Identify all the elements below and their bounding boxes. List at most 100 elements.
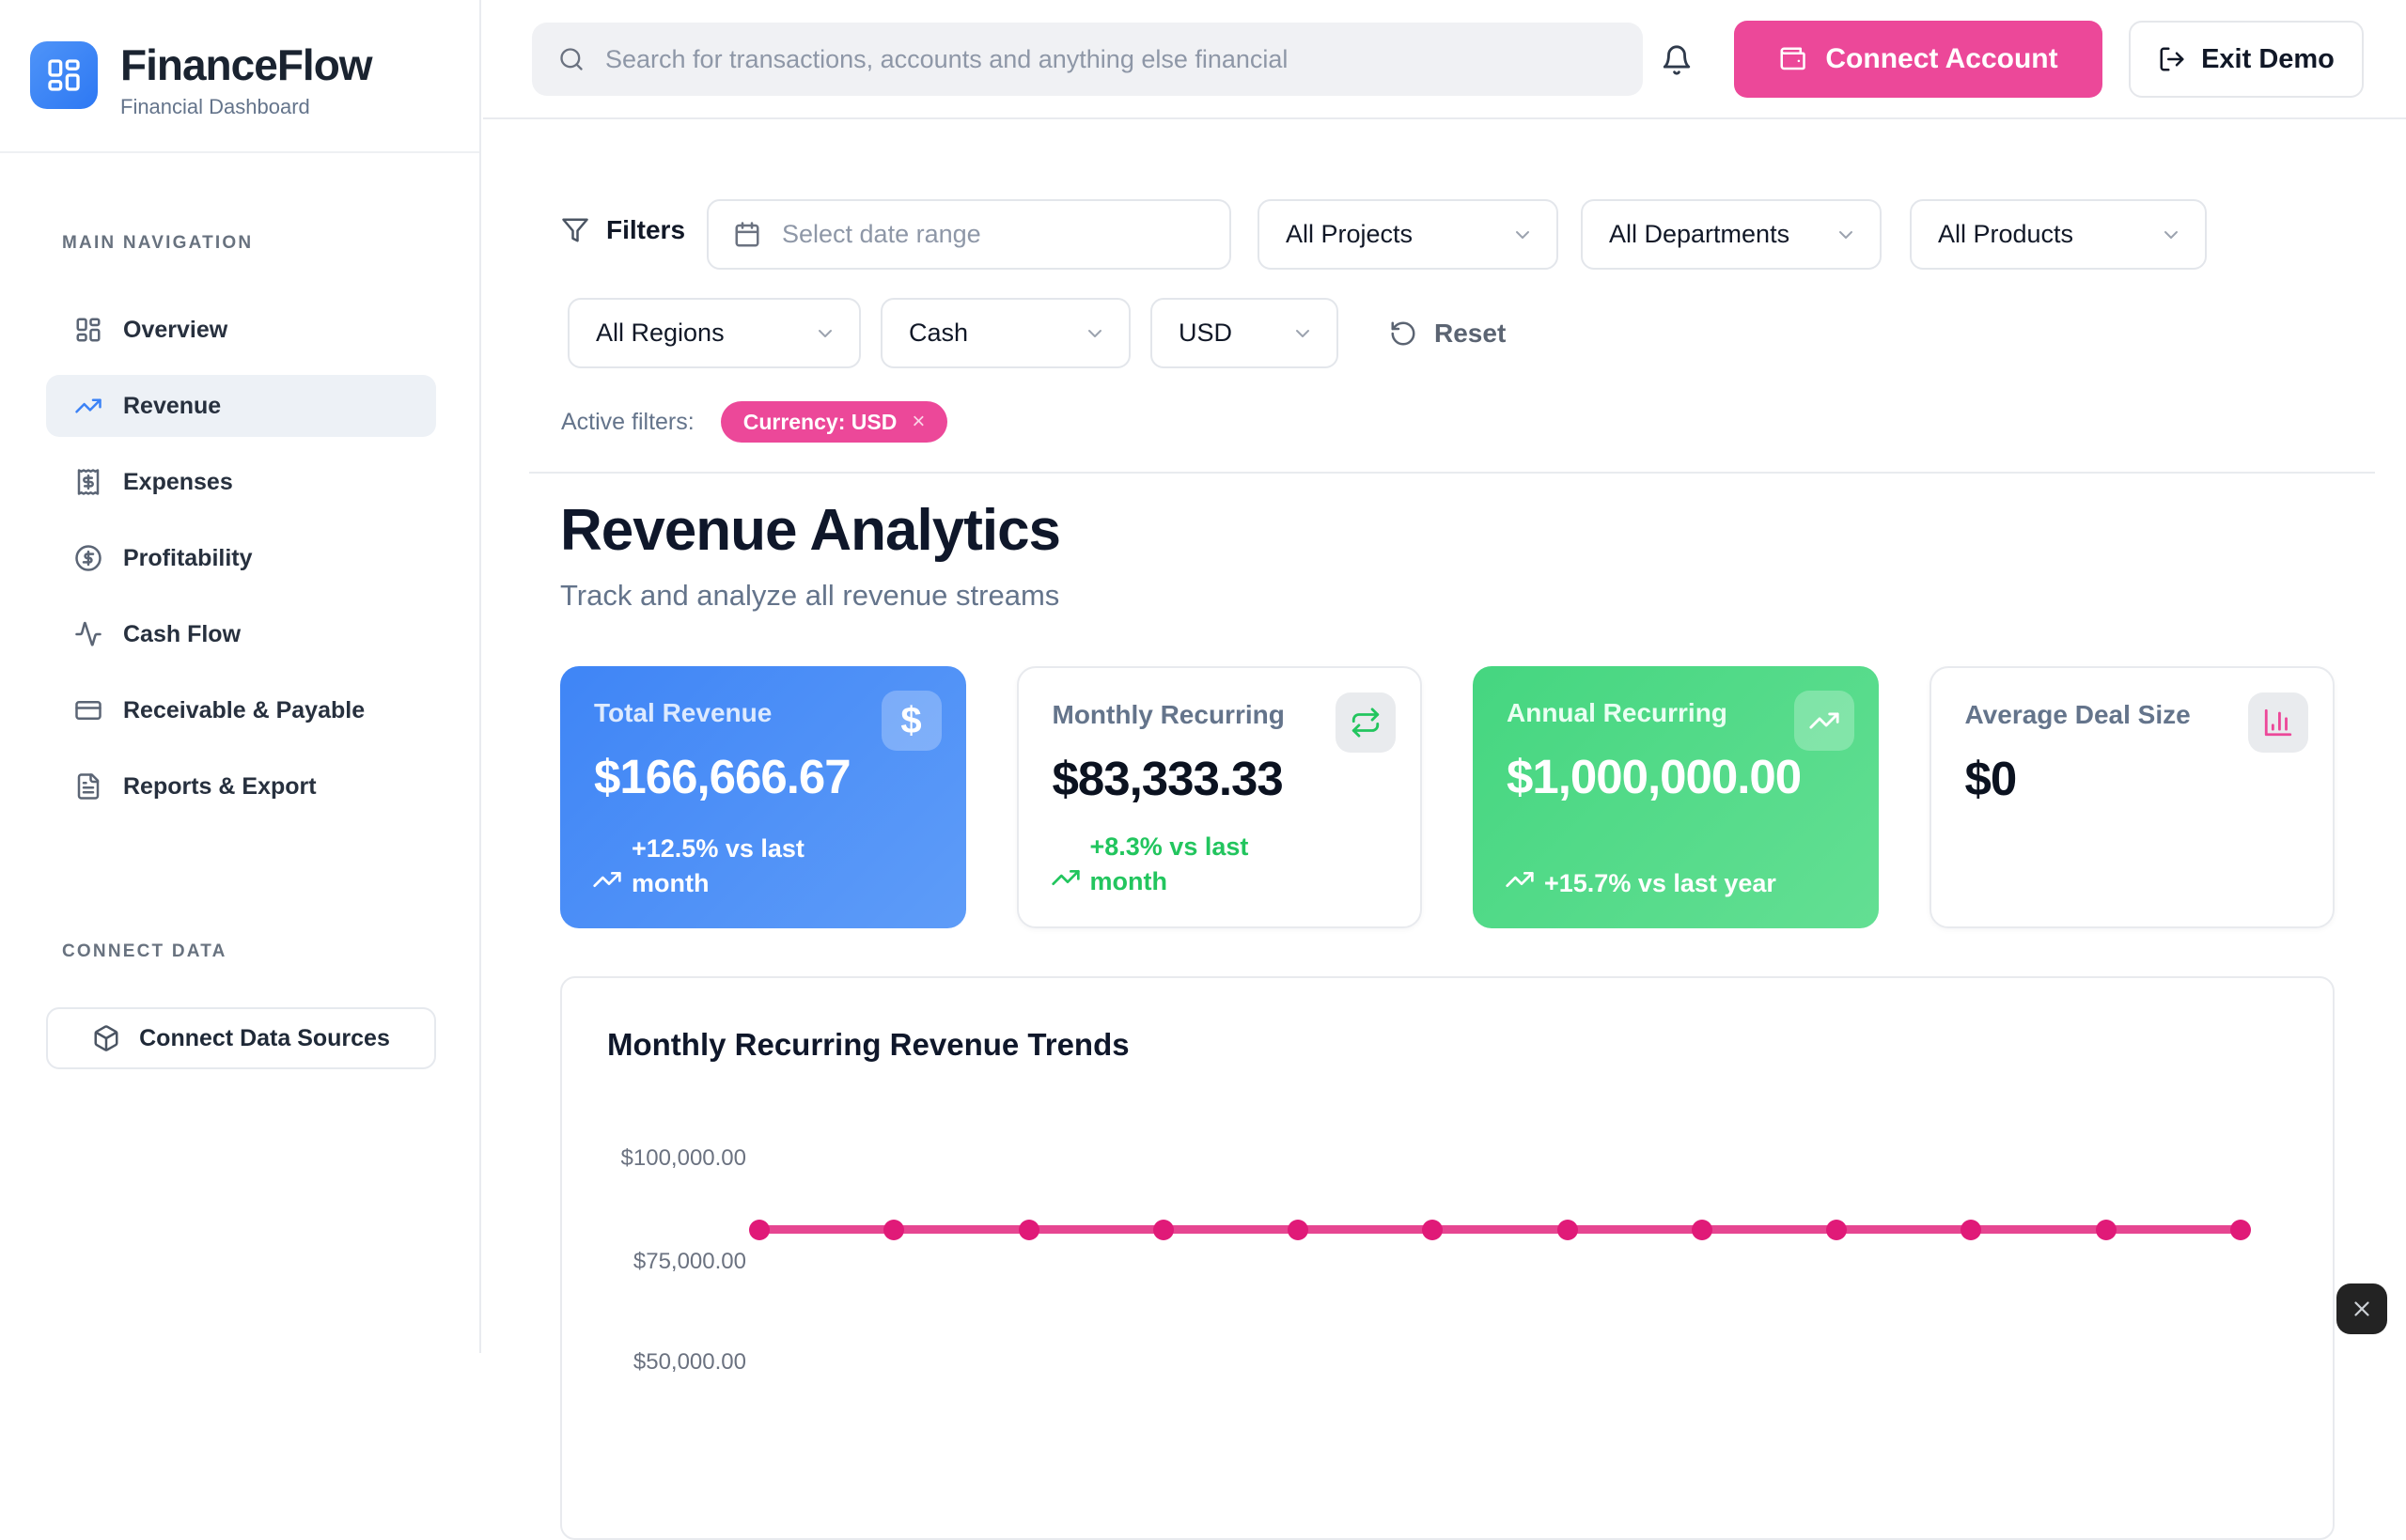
trending-up-icon	[1505, 864, 1535, 894]
departments-dropdown[interactable]: All Departments	[1581, 199, 1882, 270]
connect-account-label: Connect Account	[1825, 43, 2057, 75]
currency-dropdown[interactable]: USD	[1150, 298, 1338, 368]
connect-account-button[interactable]: Connect Account	[1734, 21, 2102, 98]
exit-demo-label: Exit Demo	[2201, 44, 2335, 75]
chevron-down-icon	[1511, 224, 1534, 246]
currency-dropdown-value: USD	[1179, 319, 1232, 348]
app-tagline: Financial Dashboard	[120, 95, 372, 119]
page-title: Revenue Analytics	[560, 497, 1060, 564]
stat-card-total-revenue: Total Revenue $166,666.67 $ +12.5% vs la…	[560, 666, 966, 928]
chevron-down-icon	[2160, 224, 2182, 246]
active-filters-label: Active filters:	[561, 409, 695, 436]
chart-points	[749, 1220, 2251, 1240]
regions-dropdown[interactable]: All Regions	[568, 298, 861, 368]
active-filter-chip-currency[interactable]: Currency: USD ×	[721, 401, 948, 443]
y-axis-tick: $100,000.00	[607, 1145, 746, 1172]
stat-change-text: +12.5% vs last month	[632, 832, 857, 900]
wallet-icon	[1778, 45, 1806, 73]
close-icon	[2350, 1297, 2374, 1321]
dollar-circle-icon	[74, 544, 102, 572]
chart-point	[1826, 1220, 1847, 1240]
search-input[interactable]	[603, 44, 1617, 75]
payment-method-dropdown-value: Cash	[909, 319, 968, 348]
search-bar	[532, 23, 1643, 96]
filter-funnel-icon	[561, 216, 589, 244]
stat-value: $83,333.33	[1053, 751, 1387, 806]
stat-change: +8.3% vs last month	[1051, 830, 1316, 898]
stats-cards: Total Revenue $166,666.67 $ +12.5% vs la…	[560, 666, 2335, 928]
brand: FinanceFlow Financial Dashboard	[30, 41, 372, 119]
main-content: Filters All Projects All Departments All…	[483, 121, 2406, 1353]
sidebar-item-label: Receivable & Payable	[123, 697, 365, 724]
chip-remove-icon[interactable]: ×	[912, 411, 925, 433]
sidebar-item-label: Reports & Export	[123, 773, 317, 801]
stat-icon-chip: $	[882, 691, 942, 751]
trending-up-icon	[1808, 705, 1840, 737]
sidebar-item-profitability[interactable]: Profitability	[46, 527, 436, 589]
dashboard-icon	[74, 316, 102, 344]
chart-point	[1019, 1220, 1039, 1240]
chart-point	[2096, 1220, 2117, 1240]
chart-point	[1422, 1220, 1443, 1240]
regions-dropdown-value: All Regions	[596, 319, 725, 348]
sidebar-item-receivable-payable[interactable]: Receivable & Payable	[46, 679, 436, 741]
stat-change: +12.5% vs last month	[592, 832, 857, 900]
top-header: Connect Account Exit Demo	[483, 0, 2406, 119]
chevron-down-icon	[1084, 322, 1106, 345]
notifications-button[interactable]	[1654, 38, 1699, 83]
sidebar-item-label: Revenue	[123, 393, 221, 420]
trending-up-icon	[592, 864, 622, 894]
stat-value: $1,000,000.00	[1507, 749, 1845, 804]
sidebar-item-overview[interactable]: Overview	[46, 299, 436, 361]
sidebar-divider	[0, 151, 479, 153]
stat-change-text: +8.3% vs last month	[1090, 830, 1316, 898]
bell-icon	[1661, 44, 1693, 76]
products-dropdown[interactable]: All Products	[1910, 199, 2207, 270]
sidebar-item-label: Overview	[123, 317, 227, 344]
chart-point	[749, 1220, 770, 1240]
filters-label-text: Filters	[606, 215, 685, 245]
nav-section-title: MAIN NAVIGATION	[62, 233, 253, 254]
stat-icon-chip	[2248, 692, 2308, 753]
active-filters-row: Active filters: Currency: USD ×	[561, 401, 947, 443]
date-range-input[interactable]	[780, 219, 1205, 250]
connect-data-sources-label: Connect Data Sources	[139, 1025, 390, 1052]
bar-chart-icon	[2262, 707, 2294, 739]
main-navigation: Overview Revenue Expenses Profitability …	[46, 299, 436, 817]
y-axis-tick: $75,000.00	[607, 1249, 746, 1275]
trending-up-icon	[74, 392, 102, 420]
chart-point	[1961, 1220, 1981, 1240]
stat-card-monthly-recurring: Monthly Recurring $83,333.33 +8.3% vs la…	[1017, 666, 1423, 928]
sidebar-item-revenue[interactable]: Revenue	[46, 375, 436, 437]
y-axis-tick: $50,000.00	[607, 1349, 746, 1376]
activity-icon	[74, 620, 102, 648]
trending-up-icon	[1051, 863, 1081, 893]
connect-data-sources-button[interactable]: Connect Data Sources	[46, 1007, 436, 1069]
chart-title: Monthly Recurring Revenue Trends	[607, 1027, 1130, 1063]
reset-icon	[1389, 319, 1417, 348]
reset-filters-button[interactable]: Reset	[1383, 298, 1511, 368]
repeat-icon	[1350, 707, 1382, 739]
stat-icon-chip	[1794, 691, 1854, 751]
sidebar-item-cash-flow[interactable]: Cash Flow	[46, 603, 436, 665]
stat-card-average-deal-size: Average Deal Size $0	[1929, 666, 2336, 928]
stat-change-text: +15.7% vs last year	[1544, 866, 1776, 900]
page-subtitle: Track and analyze all revenue streams	[560, 579, 1059, 613]
sidebar-item-expenses[interactable]: Expenses	[46, 451, 436, 513]
payment-method-dropdown[interactable]: Cash	[881, 298, 1131, 368]
projects-dropdown[interactable]: All Projects	[1258, 199, 1558, 270]
connect-data-section-title: CONNECT DATA	[62, 941, 227, 962]
app-logo	[30, 41, 98, 109]
date-range-field	[707, 199, 1231, 270]
chart-point	[1153, 1220, 1174, 1240]
search-icon	[558, 46, 585, 72]
sidebar-item-reports-export[interactable]: Reports & Export	[46, 755, 436, 817]
sidebar-item-label: Cash Flow	[123, 621, 241, 648]
exit-demo-button[interactable]: Exit Demo	[2129, 21, 2364, 98]
sidebar: FinanceFlow Financial Dashboard MAIN NAV…	[0, 0, 481, 1353]
close-button[interactable]	[2336, 1283, 2387, 1334]
chevron-down-icon	[1835, 224, 1857, 246]
dollar-icon: $	[900, 702, 921, 739]
chart-point	[2230, 1220, 2251, 1240]
chart-point	[1288, 1220, 1308, 1240]
